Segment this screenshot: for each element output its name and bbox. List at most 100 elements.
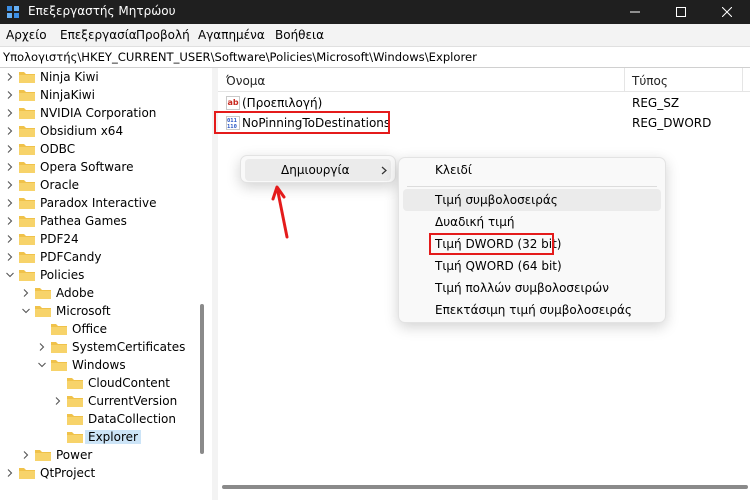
chevron-right-icon[interactable] xyxy=(6,127,14,135)
tree-item[interactable]: Opera Software xyxy=(0,158,200,176)
column-separator[interactable] xyxy=(742,68,743,92)
menu-favorites[interactable]: Αγαπημένα xyxy=(198,28,265,42)
tree-item[interactable]: ODBC xyxy=(0,140,200,158)
tree-item-label: SystemCertificates xyxy=(72,340,186,354)
chevron-right-icon[interactable] xyxy=(6,181,14,189)
folder-icon xyxy=(51,324,67,335)
horizontal-scrollbar[interactable] xyxy=(222,485,748,489)
tree-item[interactable]: CloudContent xyxy=(0,374,200,392)
folder-icon xyxy=(67,432,83,443)
tree-item-label: CloudContent xyxy=(88,376,171,390)
tree-item[interactable]: Power xyxy=(0,446,200,464)
value-name: (Προεπιλογή) xyxy=(242,96,323,110)
submenu-expandable-label: Επεκτάσιμη τιμή συμβολοσειράς xyxy=(435,303,632,317)
tree-item[interactable]: Explorer xyxy=(0,428,200,446)
tree-item-label: Pathea Games xyxy=(40,214,127,228)
tree-item[interactable]: Microsoft xyxy=(0,302,200,320)
tree-item[interactable]: PDFCandy xyxy=(0,248,200,266)
tree-item-label: DataCollection xyxy=(88,412,177,426)
key-tree[interactable]: Ninja Kiwi NinjaKiwi NVIDIA Corporation Obs… xyxy=(0,68,212,500)
tree-item-label: Microsoft xyxy=(56,304,111,318)
tree-item-label: Paradox Interactive xyxy=(40,196,157,210)
tree-item[interactable]: Ninja Kiwi xyxy=(0,68,200,86)
tree-item-label: Ninja Kiwi xyxy=(40,70,99,84)
chevron-right-icon[interactable] xyxy=(6,145,14,153)
chevron-right-icon[interactable] xyxy=(54,397,62,405)
tree-item-label: NinjaKiwi xyxy=(40,88,95,102)
list-header: Όνομα Τύπος xyxy=(218,68,750,92)
address-path: Υπολογιστής\HKEY_CURRENT_USER\Software\P… xyxy=(3,50,477,64)
chevron-down-icon[interactable] xyxy=(38,361,46,369)
chevron-down-icon[interactable] xyxy=(6,271,14,279)
folder-icon xyxy=(19,162,35,173)
tree-item[interactable]: Windows xyxy=(0,356,200,374)
submenu-string-value[interactable]: Τιμή συμβολοσειράς xyxy=(403,189,661,211)
folder-icon xyxy=(19,234,35,245)
submenu-multistring-value[interactable]: Τιμή πολλών συμβολοσειρών xyxy=(403,277,661,299)
submenu-binary-value[interactable]: Δυαδική τιμή xyxy=(403,211,661,233)
chevron-right-icon[interactable] xyxy=(6,163,14,171)
tree-item-label: Explorer xyxy=(85,430,141,444)
tree-item-label: PDF24 xyxy=(40,232,79,246)
chevron-right-icon[interactable] xyxy=(6,469,14,477)
tree-item[interactable]: QtProject xyxy=(0,464,200,482)
submenu-expandable-string-value[interactable]: Επεκτάσιμη τιμή συμβολοσειράς xyxy=(403,299,661,321)
tree-item[interactable]: Adobe xyxy=(0,284,200,302)
folder-icon xyxy=(19,144,35,155)
highlight-box xyxy=(429,233,554,255)
column-separator[interactable] xyxy=(624,68,625,92)
chevron-down-icon[interactable] xyxy=(22,307,30,315)
folder-icon xyxy=(19,126,35,137)
address-bar[interactable]: Υπολογιστής\HKEY_CURRENT_USER\Software\P… xyxy=(0,46,750,68)
chevron-right-icon[interactable] xyxy=(22,451,30,459)
title-bar: Επεξεργαστής Μητρώου xyxy=(0,0,750,24)
tree-item[interactable]: NVIDIA Corporation xyxy=(0,104,200,122)
folder-icon xyxy=(35,450,51,461)
chevron-right-icon[interactable] xyxy=(38,343,46,351)
new-menu-label: Δημιουργία xyxy=(281,163,350,177)
vertical-scrollbar[interactable] xyxy=(200,304,204,454)
svg-text:ab: ab xyxy=(228,98,239,107)
chevron-right-icon[interactable] xyxy=(6,199,14,207)
tree-item[interactable]: Policies xyxy=(0,266,200,284)
minimize-button[interactable] xyxy=(612,0,658,24)
submenu-qword-value[interactable]: Τιμή QWORD (64 bit) xyxy=(403,255,661,277)
menu-edit[interactable]: Επεξεργασία xyxy=(60,28,137,42)
folder-icon xyxy=(19,90,35,101)
tree-item[interactable]: Pathea Games xyxy=(0,212,200,230)
menu-file[interactable]: Αρχείο xyxy=(6,28,47,42)
chevron-right-icon[interactable] xyxy=(22,289,30,297)
tree-item[interactable]: SystemCertificates xyxy=(0,338,200,356)
maximize-button[interactable] xyxy=(658,0,704,24)
tree-item[interactable]: Office xyxy=(0,320,200,338)
tree-item[interactable]: Oracle xyxy=(0,176,200,194)
list-item[interactable]: ab (Προεπιλογή) REG_SZ xyxy=(218,93,750,113)
minimize-icon xyxy=(630,11,640,13)
tree-item[interactable]: Obsidium x64 xyxy=(0,122,200,140)
chevron-right-icon[interactable] xyxy=(6,217,14,225)
menu-divider xyxy=(407,186,657,187)
submenu-multistring-label: Τιμή πολλών συμβολοσειρών xyxy=(435,281,609,295)
folder-icon xyxy=(19,252,35,263)
tree-item[interactable]: NinjaKiwi xyxy=(0,86,200,104)
menu-view[interactable]: Προβολή xyxy=(136,28,190,42)
tree-item[interactable]: Paradox Interactive xyxy=(0,194,200,212)
folder-icon xyxy=(67,396,83,407)
chevron-right-icon[interactable] xyxy=(6,253,14,261)
tree-item[interactable]: PDF24 xyxy=(0,230,200,248)
column-name-header[interactable]: Όνομα xyxy=(226,74,265,88)
chevron-right-icon[interactable] xyxy=(6,73,14,81)
chevron-right-icon[interactable] xyxy=(6,235,14,243)
submenu-key[interactable]: Κλειδί xyxy=(403,159,661,181)
column-type-header[interactable]: Τύπος xyxy=(632,74,668,88)
new-menu-item[interactable]: Δημιουργία xyxy=(245,159,391,181)
tree-item-label: Office xyxy=(72,322,108,336)
tree-item[interactable]: CurrentVersion xyxy=(0,392,200,410)
folder-icon xyxy=(19,216,35,227)
chevron-right-icon[interactable] xyxy=(6,109,14,117)
chevron-right-icon xyxy=(381,166,387,175)
menu-help[interactable]: Βοήθεια xyxy=(275,28,324,42)
tree-item[interactable]: DataCollection xyxy=(0,410,200,428)
chevron-right-icon[interactable] xyxy=(6,91,14,99)
close-button[interactable] xyxy=(704,0,750,24)
